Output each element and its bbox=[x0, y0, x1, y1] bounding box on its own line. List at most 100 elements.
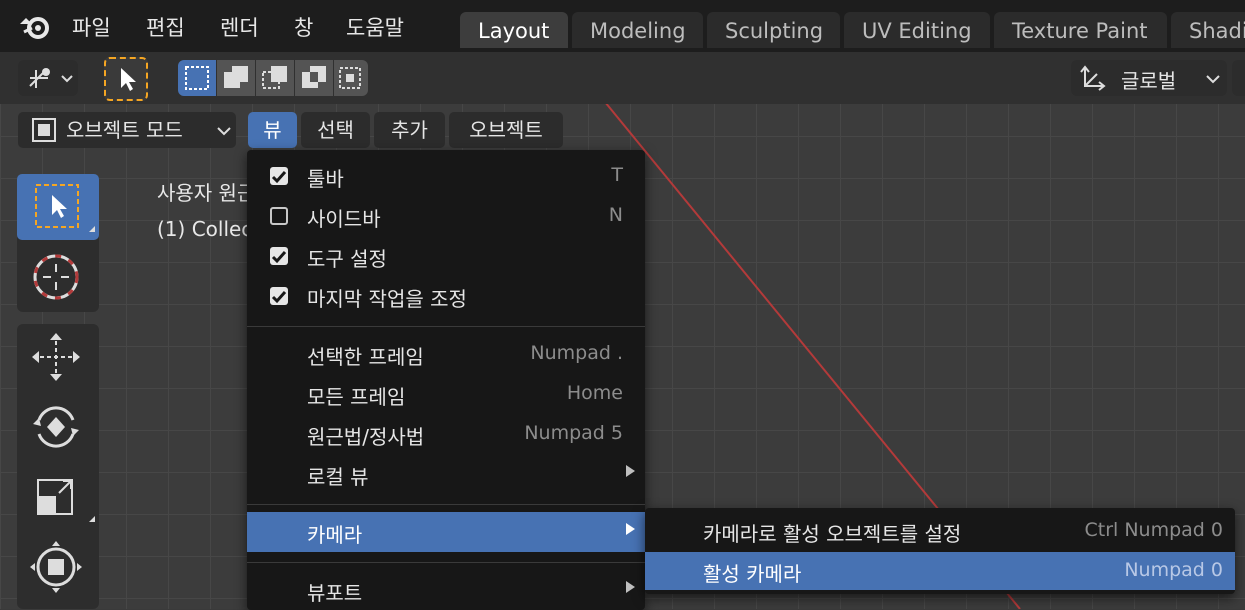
checkmark-icon bbox=[271, 171, 287, 184]
menu-item-label: 사이드바 bbox=[307, 207, 381, 231]
shortcut-label: Numpad 0 bbox=[1124, 559, 1223, 581]
proportional-edit-button[interactable] bbox=[1232, 60, 1245, 96]
menu-item-label: 선택한 프레임 bbox=[307, 345, 424, 369]
menu-divider bbox=[247, 504, 645, 505]
menu-edit[interactable]: 편집 bbox=[146, 12, 185, 42]
chevron-down-icon bbox=[217, 127, 231, 136]
menu-item-label: 모든 프레임 bbox=[307, 385, 406, 409]
tool-select-box[interactable] bbox=[17, 174, 99, 240]
view-name-label: 사용자 원근 bbox=[157, 181, 256, 205]
orientation-dropdown[interactable]: 글로벌 bbox=[1071, 60, 1227, 96]
select-box-icon bbox=[35, 184, 95, 232]
menu-item-toolbar[interactable]: 툴바 T bbox=[247, 156, 645, 196]
transform-icon bbox=[30, 541, 82, 593]
shortcut-label: T bbox=[611, 164, 623, 186]
menu-item-label: 툴바 bbox=[307, 167, 344, 191]
blender-logo-icon[interactable] bbox=[18, 10, 52, 42]
scale-icon bbox=[37, 479, 95, 522]
shortcut-label: Numpad . bbox=[530, 342, 623, 364]
select-difference-icon bbox=[302, 66, 326, 88]
menu-item-active-camera[interactable]: 활성 카메라 Numpad 0 bbox=[645, 552, 1235, 590]
select-mode-intersect-button[interactable] bbox=[334, 60, 368, 96]
pivot-icon bbox=[29, 68, 73, 88]
tab-modeling[interactable]: Modeling bbox=[572, 12, 703, 48]
mode-dropdown[interactable]: 오브젝트 모드 bbox=[18, 112, 236, 148]
shortcut-label: N bbox=[608, 204, 623, 226]
menu-item-tool-settings[interactable]: 도구 설정 bbox=[247, 236, 645, 276]
chevron-down-icon bbox=[1206, 75, 1220, 84]
rotate-icon bbox=[33, 406, 79, 448]
object-mode-icon bbox=[32, 118, 56, 142]
tool-scale[interactable] bbox=[17, 464, 99, 530]
select-mode-extend-button[interactable] bbox=[217, 60, 255, 96]
submenu-arrow-icon bbox=[626, 465, 635, 477]
select-mode-difference-button[interactable] bbox=[295, 60, 333, 96]
menu-item-sidebar[interactable]: 사이드바 N bbox=[247, 196, 645, 236]
submenu-arrow-icon bbox=[626, 523, 635, 535]
checkbox-unchecked[interactable] bbox=[270, 207, 288, 225]
menu-item-frame-selected[interactable]: 선택한 프레임 Numpad . bbox=[247, 334, 645, 374]
checkmark-icon bbox=[271, 251, 287, 264]
shortcut-label: Home bbox=[566, 382, 623, 404]
cursor-arrow-icon bbox=[121, 68, 136, 91]
tool-move[interactable] bbox=[17, 324, 99, 390]
select-extend-icon bbox=[224, 66, 248, 88]
shortcut-label: Numpad 5 bbox=[524, 422, 623, 444]
menu-file[interactable]: 파일 bbox=[72, 12, 111, 42]
tab-uv-editing[interactable]: UV Editing bbox=[844, 12, 990, 48]
menu-object[interactable]: 오브젝트 bbox=[449, 112, 563, 148]
select-tool-button[interactable] bbox=[104, 57, 148, 101]
menu-item-label: 원근법/정사법 bbox=[307, 425, 425, 449]
select-new-icon bbox=[185, 66, 209, 90]
top-bar: 파일 편집 렌더 창 도움말 Layout Modeling Sculpting… bbox=[0, 0, 1245, 52]
tool-header: 글로벌 bbox=[0, 52, 1245, 104]
checkbox-checked[interactable] bbox=[270, 167, 288, 185]
menu-item-label: 활성 카메라 bbox=[703, 562, 802, 586]
view-menu-dropdown: 툴바 T 사이드바 N 도구 설정 마지막 작업을 조정 선택한 프레임 Num… bbox=[247, 150, 645, 610]
tool-transform[interactable] bbox=[17, 534, 99, 600]
menu-item-set-active-object-as-camera[interactable]: 카메라로 활성 오브젝트를 설정 Ctrl Numpad 0 bbox=[645, 512, 1235, 550]
checkbox-checked[interactable] bbox=[270, 247, 288, 265]
tab-sculpting[interactable]: Sculpting bbox=[707, 12, 840, 48]
tab-texture-paint[interactable]: Texture Paint bbox=[994, 12, 1167, 48]
select-mode-subtract-button[interactable] bbox=[256, 60, 294, 96]
submenu-arrow-icon bbox=[626, 581, 635, 593]
menu-item-label: 카메라 bbox=[307, 523, 363, 547]
menu-select[interactable]: 선택 bbox=[301, 112, 370, 148]
menu-item-frame-all[interactable]: 모든 프레임 Home bbox=[247, 374, 645, 414]
tab-layout[interactable]: Layout bbox=[460, 12, 568, 48]
shortcut-label: Ctrl Numpad 0 bbox=[1084, 519, 1223, 541]
move-arrows-icon bbox=[32, 333, 80, 381]
menu-window[interactable]: 창 bbox=[294, 12, 313, 42]
mode-label: 오브젝트 모드 bbox=[66, 118, 183, 142]
select-subtract-icon bbox=[262, 66, 287, 89]
select-intersect-icon bbox=[339, 67, 361, 89]
checkbox-checked[interactable] bbox=[270, 287, 288, 305]
camera-submenu: 카메라로 활성 오브젝트를 설정 Ctrl Numpad 0 활성 카메라 Nu… bbox=[645, 508, 1235, 594]
menu-view[interactable]: 뷰 bbox=[248, 112, 297, 148]
menu-item-adjust-last-operation[interactable]: 마지막 작업을 조정 bbox=[247, 276, 645, 316]
menu-item-viewport[interactable]: 뷰포트 bbox=[247, 570, 645, 610]
menu-divider bbox=[247, 326, 645, 327]
menu-item-label: 도구 설정 bbox=[307, 247, 387, 271]
menu-help[interactable]: 도움말 bbox=[346, 12, 404, 42]
orientation-label: 글로벌 bbox=[1121, 69, 1177, 93]
tool-cursor[interactable] bbox=[17, 244, 99, 310]
menu-item-label: 카메라로 활성 오브젝트를 설정 bbox=[703, 522, 962, 546]
menu-item-label: 뷰포트 bbox=[307, 581, 363, 605]
transform-pivot-button[interactable] bbox=[18, 60, 78, 96]
cursor-icon bbox=[33, 254, 79, 300]
select-mode-new-button[interactable] bbox=[178, 60, 216, 96]
checkmark-icon bbox=[271, 291, 287, 304]
menu-item-label: 로컬 뷰 bbox=[307, 465, 369, 489]
tab-shading[interactable]: Shadi bbox=[1171, 12, 1245, 48]
menu-divider bbox=[247, 562, 645, 563]
orientation-axes-icon bbox=[1080, 65, 1106, 91]
menu-item-cameras[interactable]: 카메라 bbox=[247, 512, 645, 552]
menu-item-local-view[interactable]: 로컬 뷰 bbox=[247, 454, 645, 494]
menu-item-label: 마지막 작업을 조정 bbox=[307, 287, 467, 311]
tool-rotate[interactable] bbox=[17, 394, 99, 460]
menu-item-perspective-ortho[interactable]: 원근법/정사법 Numpad 5 bbox=[247, 414, 645, 454]
menu-add[interactable]: 추가 bbox=[374, 112, 445, 148]
menu-render[interactable]: 렌더 bbox=[220, 12, 259, 42]
